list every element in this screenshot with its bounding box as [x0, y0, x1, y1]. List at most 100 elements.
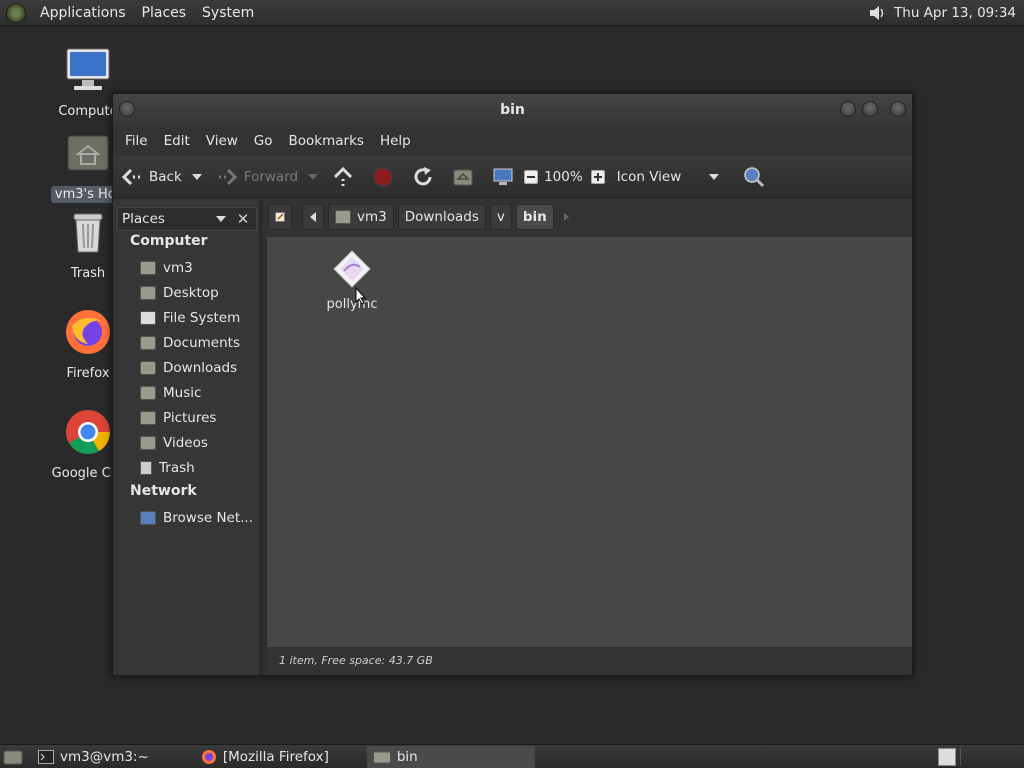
menu-edit[interactable]: Edit [156, 133, 198, 149]
breadcrumb-label: vm3 [357, 209, 387, 225]
sidebar-item-browse-network[interactable]: Browse Net... [140, 510, 253, 526]
distro-logo-icon[interactable] [6, 2, 26, 23]
forward-arrow-icon [218, 168, 237, 185]
task-bin[interactable]: bin [366, 745, 535, 768]
menubar: File Edit View Go Bookmarks Help [113, 126, 912, 156]
show-desktop-icon[interactable] [2, 747, 24, 767]
breadcrumb-label: Downloads [404, 209, 479, 225]
task-firefox[interactable]: [Mozilla Firefox] [195, 746, 335, 768]
sidebar-item-downloads[interactable]: Downloads [140, 360, 237, 376]
forward-button[interactable]: Forward [216, 167, 298, 187]
toggle-location-entry-button[interactable] [268, 204, 292, 230]
sidebar-item-label: Desktop [163, 285, 219, 301]
sidebar-item-documents[interactable]: Documents [140, 335, 240, 351]
computer-icon[interactable] [492, 166, 514, 188]
reload-icon[interactable] [412, 166, 434, 188]
menu-file[interactable]: File [117, 133, 156, 149]
sidebar-item-file-system[interactable]: File System [140, 310, 240, 326]
sidebar-item-videos[interactable]: Videos [140, 435, 208, 451]
file-item-pollymc[interactable]: pollymc [322, 249, 382, 312]
forward-label: Forward [243, 168, 299, 185]
sidebar-item-label: Browse Net... [163, 510, 254, 526]
sidebar-item-label: vm3 [163, 260, 193, 276]
terminal-icon [38, 749, 54, 764]
network-icon [140, 511, 156, 525]
zoom-in-icon[interactable] [590, 169, 605, 184]
breadcrumb-label: bin [522, 209, 547, 225]
menu-view[interactable]: View [198, 133, 246, 149]
task-label: [Mozilla Firefox] [222, 748, 329, 765]
close-sidebar-icon[interactable]: ✕ [233, 209, 253, 229]
zoom-out-icon[interactable] [524, 169, 539, 184]
menu-go[interactable]: Go [246, 133, 281, 149]
workspace-switcher[interactable] [938, 748, 956, 766]
menu-help[interactable]: Help [372, 133, 419, 149]
volume-icon[interactable] [868, 4, 886, 22]
clock[interactable]: Thu Apr 13, 09:34 [894, 5, 1016, 21]
chevron-down-icon [216, 216, 226, 222]
breadcrumb-downloads[interactable]: Downloads [397, 204, 486, 230]
minimize-button[interactable] [840, 101, 856, 117]
menu-system[interactable]: System [194, 0, 262, 26]
sidebar-item-label: Music [163, 385, 202, 401]
home-icon[interactable] [452, 166, 474, 188]
search-icon[interactable] [743, 166, 765, 188]
sidebar-item-label: Pictures [163, 410, 217, 426]
firefox-icon [66, 310, 110, 354]
top-panel: Applications Places System Thu Apr 13, 0… [0, 0, 1024, 26]
breadcrumb-label: v [496, 209, 505, 225]
sidebar-item-label: Trash [159, 460, 195, 476]
status-bar: 1 item, Free space: 43.7 GB [267, 647, 912, 675]
window-title: bin [500, 102, 525, 118]
task-label: bin [396, 748, 418, 765]
window-menu-button[interactable] [119, 101, 135, 117]
task-terminal[interactable]: vm3@vm3:~ [32, 746, 155, 768]
back-arrow-icon [121, 168, 140, 185]
back-history-dropdown[interactable] [191, 173, 202, 180]
folder-icon [140, 436, 156, 450]
breadcrumb-v[interactable]: v [489, 204, 512, 230]
folder-icon [140, 286, 156, 300]
workspace-switcher-empty[interactable] [960, 748, 1020, 766]
stop-icon[interactable] [372, 166, 394, 188]
breadcrumb-vm3[interactable]: vm3 [328, 204, 394, 230]
sidebar-item-pictures[interactable]: Pictures [140, 410, 216, 426]
maximize-button[interactable] [862, 101, 878, 117]
sidebar-heading-network: Network [130, 483, 197, 499]
folder-icon [372, 751, 391, 763]
breadcrumb-bin[interactable]: bin [515, 204, 554, 230]
forward-history-dropdown[interactable] [308, 173, 319, 180]
back-button[interactable]: Back [121, 167, 182, 187]
places-combo-label: Places [122, 211, 165, 227]
sidebar-item-desktop[interactable]: Desktop [140, 285, 219, 301]
close-button[interactable] [890, 101, 906, 117]
menu-applications[interactable]: Applications [32, 0, 134, 26]
file-name: pollymc [326, 297, 378, 312]
zoom-level: 100% [544, 168, 583, 185]
file-view[interactable]: pollymc [267, 237, 912, 647]
sidebar-item-label: Downloads [163, 360, 238, 376]
folder-icon [140, 411, 156, 425]
sidebar-item-trash[interactable]: Trash [140, 460, 195, 476]
view-mode-select[interactable]: Icon View [617, 169, 709, 185]
sidebar-item-music[interactable]: Music [140, 385, 201, 401]
mouse-cursor-icon [355, 287, 367, 305]
window-titlebar[interactable]: bin [113, 94, 912, 126]
folder-icon [140, 336, 156, 350]
up-arrow-icon[interactable] [332, 166, 354, 188]
toolbar: Back Forward 100% Icon View [113, 156, 912, 198]
back-label: Back [149, 168, 182, 185]
breadcrumb-scroll-left[interactable] [302, 204, 324, 230]
menu-bookmarks[interactable]: Bookmarks [281, 133, 372, 149]
trash-icon [73, 213, 103, 253]
sidebar-item-vm3[interactable]: vm3 [140, 260, 193, 276]
view-mode-dropdown-icon[interactable] [708, 173, 719, 180]
home-folder-icon [67, 135, 109, 171]
bottom-panel: vm3@vm3:~ [Mozilla Firefox] bin [0, 744, 1024, 768]
sidebar-heading-computer: Computer [130, 233, 208, 249]
sidebar: Places ✕ Computer vm3 Desktop File Syste… [113, 199, 263, 675]
menu-places[interactable]: Places [134, 0, 195, 26]
breadcrumb-scroll-right[interactable] [563, 213, 569, 221]
computer-icon [66, 48, 110, 90]
folder-icon [140, 361, 156, 375]
